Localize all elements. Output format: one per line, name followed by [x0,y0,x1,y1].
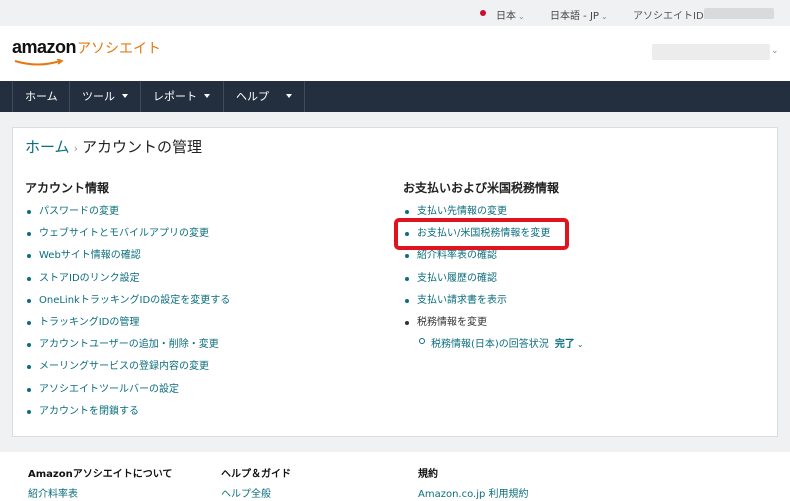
payee-info-link[interactable]: 支払い先情報の変更 [417,206,507,217]
caret-down-icon [286,94,292,98]
list-item: アカウントを閉鎖する [25,405,230,427]
circle-bullet-icon [419,338,425,344]
list-item: 支払い請求書を表示 [403,294,550,316]
website-info-link[interactable]: Webサイト情報の確認 [39,250,141,261]
onelink-tracking-link[interactable]: OneLinkトラッキングIDの設定を変更する [39,295,230,306]
list-item: Webサイト情報の確認 [25,249,230,271]
list-item: アカウントユーザーの追加・削除・変更 [25,338,230,360]
tax-japan-status-link[interactable]: 税務情報(日本)の回答状況 [431,339,549,350]
close-account-link[interactable]: アカウントを閉鎖する [39,406,139,417]
account-users-link[interactable]: アカウントユーザーの追加・削除・変更 [39,339,219,350]
payment-history-link[interactable]: 支払い履歴の確認 [417,273,497,284]
change-website-link[interactable]: ウェブサイトとモバイルアプリの変更 [39,228,209,239]
smile-arrow-icon [14,59,64,66]
nav-help[interactable]: ヘルプ [223,81,305,112]
invoice-link[interactable]: 支払い請求書を表示 [417,295,507,306]
list-item: 支払い履歴の確認 [403,272,550,294]
list-item: パスワードの変更 [25,205,230,227]
country-selector[interactable]: 日本 ⌄ [496,7,525,22]
caret-down-icon [204,94,210,98]
list-item: 紹介料率表の確認 [403,249,550,271]
nav-tools[interactable]: ツール [69,81,140,112]
list-item: メーリングサービスの登録内容の変更 [25,360,230,382]
footer-link[interactable]: Amazon.co.jp 利用規約 [418,485,529,500]
list-item: OneLinkトラッキングIDの設定を変更する [25,294,230,316]
fee-rate-link[interactable]: 紹介料率表の確認 [417,250,497,261]
account-management-panel: ホーム › アカウントの管理 アカウント情報 パスワードの変更 ウェブサイトとモバイ… [12,127,778,437]
footer-heading: 規約 [418,469,438,480]
chevron-down-icon: ⌄ [576,340,584,349]
mailing-service-link[interactable]: メーリングサービスの登録内容の変更 [39,361,209,372]
footer-link[interactable]: 紹介料率表 [28,485,172,500]
footer-column-about: Amazonアソシエイトについて 紹介料率表 [28,465,172,500]
list-item: トラッキングIDの管理 [25,316,230,338]
amazon-associates-logo[interactable]: amazonアソシエイト [12,37,161,67]
payment-info-heading: お支払いおよび米国税務情報 [403,181,560,195]
list-item: アソシエイトツールバーの設定 [25,383,230,405]
account-menu-redacted[interactable] [652,44,770,60]
breadcrumb-home-link[interactable]: ホーム [25,138,70,156]
footer-column-terms: 規約 Amazon.co.jp 利用規約 [418,465,529,500]
list-item: ウェブサイトとモバイルアプリの変更 [25,227,230,249]
associate-id-value-redacted [704,8,774,19]
breadcrumb: ホーム › アカウントの管理 [25,136,202,157]
main-nav: ホーム ツール レポート ヘルプ [0,81,790,112]
store-id-link[interactable]: ストアIDのリンク設定 [39,273,140,284]
breadcrumb-separator: › [73,142,78,155]
caret-down-icon [122,94,128,98]
highlight-box [394,218,569,250]
japan-flag-icon [480,10,486,16]
account-info-heading: アカウント情報 [25,181,110,195]
chevron-down-icon: ⌄ [600,12,608,21]
site-header: amazonアソシエイト ⌄ [0,26,790,81]
tax-status-value[interactable]: 完了 [555,339,575,350]
chevron-down-icon: ⌄ [771,46,779,56]
tax-status-item: 税務情報(日本)の回答状況 完了 ⌄ [419,335,584,350]
account-info-links: パスワードの変更 ウェブサイトとモバイルアプリの変更 Webサイト情報の確認 ス… [25,205,230,427]
top-utility-bar: 日本 ⌄ 日本語 - JP ⌄ アソシエイトID: [0,0,790,26]
language-selector[interactable]: 日本語 - JP ⌄ [550,7,608,22]
footer-column-help: ヘルプ＆ガイド ヘルプ全般 [221,465,291,500]
tax-info-heading: 税務情報を変更 [417,316,487,328]
chevron-down-icon: ⌄ [518,12,525,21]
tracking-id-link[interactable]: トラッキングIDの管理 [39,317,139,328]
nav-home[interactable]: ホーム [12,81,69,112]
footer-link[interactable]: ヘルプ全般 [221,485,291,500]
associate-id-label: アソシエイトID: [633,11,708,22]
footer-heading: Amazonアソシエイトについて [28,469,173,480]
site-footer: Amazonアソシエイトについて 紹介料率表 ヘルプ＆ガイド ヘルプ全般 規約 … [0,452,790,501]
page-title: アカウントの管理 [81,138,202,156]
list-item: ストアIDのリンク設定 [25,272,230,294]
change-password-link[interactable]: パスワードの変更 [39,206,119,217]
nav-reports[interactable]: レポート [140,81,223,112]
footer-heading: ヘルプ＆ガイド [221,469,291,480]
toolbar-settings-link[interactable]: アソシエイトツールバーの設定 [39,384,179,395]
